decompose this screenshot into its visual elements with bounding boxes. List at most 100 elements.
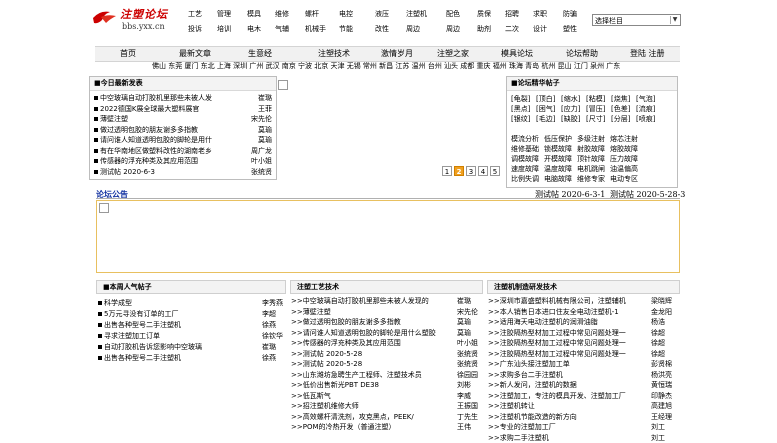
featured-tag[interactable]: [尺寸] xyxy=(586,114,605,124)
category-link[interactable]: 气辅 xyxy=(275,24,289,34)
category-link[interactable]: 周边 xyxy=(446,24,460,34)
list-item[interactable]: 5万元寻没有订单的工厂 李超 xyxy=(98,309,284,319)
post-title[interactable]: >>求购多台二手注塑机 xyxy=(488,371,563,379)
category-link[interactable]: 质保 xyxy=(477,9,491,19)
post-title[interactable]: 薄壁注塑 xyxy=(100,115,128,123)
list-item[interactable]: >>薄壁注塑 宋先伦 xyxy=(291,307,483,317)
post-title[interactable]: >>高效螺杆清洗剂，攻克黑点，PEEK/ xyxy=(291,413,414,421)
list-item[interactable]: >>新人发问，注塑机的数据 黄恒瑞 xyxy=(488,380,680,390)
post-title[interactable]: >>POM的冷热开发（普通注塑） xyxy=(291,423,396,431)
nav-item[interactable]: 最新文章 xyxy=(179,47,211,61)
list-item[interactable]: 科学成型 李秀燕 xyxy=(98,298,284,308)
post-title[interactable]: 做过透明包胶的朋友谢多多指教 xyxy=(100,126,198,134)
fault-link[interactable]: 电机跳闸 xyxy=(577,164,605,174)
post-title[interactable]: 寻求注塑加工订单 xyxy=(104,332,160,340)
list-item[interactable]: 传感器的浮充种类及其应用范围 叶小姐 xyxy=(94,156,272,166)
chevron-down-icon[interactable]: ▼ xyxy=(670,16,679,24)
nav-item[interactable]: 首页 xyxy=(120,47,136,61)
category-link[interactable]: 二次 xyxy=(505,24,519,34)
banner-ad[interactable] xyxy=(96,200,680,273)
post-title[interactable]: 5万元寻没有订单的工厂 xyxy=(104,310,178,318)
post-title[interactable]: >>请问谁人知道透明包胶的脚轮是用什么塑胶 xyxy=(291,329,436,337)
featured-tag[interactable]: [气泡] xyxy=(636,94,655,104)
category-link[interactable]: 培训 xyxy=(217,24,231,34)
post-title[interactable]: >>注胶隔热型材加工过程中常见问题处理一 xyxy=(488,329,626,337)
category-link[interactable]: 助剂 xyxy=(477,24,491,34)
nav-item[interactable]: 激情岁月 xyxy=(381,47,413,61)
list-item[interactable]: >>中空玻璃自动打胶机里那些未被人发现的 崔璐 xyxy=(291,296,483,306)
featured-tag[interactable]: [缩水] xyxy=(561,94,580,104)
post-title[interactable]: >>广东汕头接注塑加工单 xyxy=(488,360,570,368)
list-item[interactable]: >>低价出售新光PBT DE38 刘彬 xyxy=(291,380,483,390)
category-link[interactable]: 防骗 xyxy=(563,9,577,19)
nav-item[interactable]: 注塑技术 xyxy=(318,47,350,61)
category-link[interactable]: 设计 xyxy=(533,24,547,34)
featured-tag[interactable]: [分层] xyxy=(611,114,630,124)
featured-tag[interactable]: [顶白] xyxy=(536,94,555,104)
list-item[interactable]: 做过透明包胶的朋友谢多多指教 莫瑜 xyxy=(94,125,272,135)
list-item[interactable]: >>招注塑机维修大师 王振国 xyxy=(291,401,483,411)
list-item[interactable]: 出售各种型号二手注塑机 徐燕 xyxy=(98,320,284,330)
post-title[interactable]: >>低瓦斯气 xyxy=(291,392,331,400)
post-title[interactable]: >>注塑加工，专注的模具开发、注塑加工厂 xyxy=(488,392,626,400)
list-item[interactable]: >>传感器的浮充种类及其应用范围 叶小姐 xyxy=(291,338,483,348)
fault-link[interactable]: 低压保护 xyxy=(544,134,572,144)
post-title[interactable]: >>薄壁注塑 xyxy=(291,308,331,316)
category-link[interactable]: 电木 xyxy=(247,24,261,34)
featured-tag[interactable]: [应力] xyxy=(561,104,580,114)
featured-tag[interactable]: [粘模] xyxy=(586,94,605,104)
fault-link[interactable]: 压力故障 xyxy=(610,154,638,164)
fault-link[interactable]: 熔芯注射 xyxy=(610,134,638,144)
category-link[interactable]: 求职 xyxy=(533,9,547,19)
column-select[interactable]: 选择栏目 ▼ xyxy=(592,14,681,26)
featured-tag[interactable]: [毛边] xyxy=(536,114,555,124)
post-title[interactable]: >>适用海天电动注塑机的润滑油脂 xyxy=(488,318,598,326)
post-title[interactable]: 传感器的浮充种类及其应用范围 xyxy=(100,157,198,165)
featured-tag[interactable]: [银纹] xyxy=(511,114,530,124)
post-title[interactable]: 出售各种型号二手注塑机 xyxy=(104,321,181,329)
category-link[interactable]: 塑性 xyxy=(563,24,577,34)
list-item[interactable]: 寻求注塑加工订单 徐钦华 xyxy=(98,331,284,341)
list-item[interactable]: 出售各种型号二手注塑机 徐燕 xyxy=(98,353,284,363)
post-title[interactable]: >>新人发问，注塑机的数据 xyxy=(488,381,577,389)
list-item[interactable]: >>注胶隔热型材加工过程中常见问题处理一 徐超 xyxy=(488,328,680,338)
site-logo[interactable]: 注塑论坛 bbs.yxx.cn xyxy=(92,6,180,36)
post-title[interactable]: >>低价出售新光PBT DE38 xyxy=(291,381,379,389)
list-item[interactable]: 请问谁人知道透明包胶的脚轮是用什 莫瑜 xyxy=(94,135,272,145)
page-3-button[interactable]: 3 xyxy=(466,166,476,176)
post-title[interactable]: >>注塑机转让 xyxy=(488,402,535,410)
fault-link[interactable]: 维修基础 xyxy=(511,144,539,154)
page-1-button[interactable]: 1 xyxy=(442,166,452,176)
list-item[interactable]: 测试帖 2020-6-3 张统贤 xyxy=(94,167,272,177)
list-item[interactable]: 中空玻璃自动打胶机里那些未被人发 崔璐 xyxy=(94,93,272,103)
post-title[interactable]: 请问谁人知道透明包胶的脚轮是用什 xyxy=(100,136,212,144)
page-4-button[interactable]: 4 xyxy=(478,166,488,176)
list-item[interactable]: >>注塑机转让 高建旭 xyxy=(488,401,680,411)
list-item[interactable]: >>低瓦斯气 李威 xyxy=(291,391,483,401)
list-item[interactable]: >>测试帖 2020-5-28 张统贤 xyxy=(291,359,483,369)
list-item[interactable]: >>注塑机节能改造的新方向 王经理 xyxy=(488,412,680,422)
post-title[interactable]: >>测试帖 2020-5-28 xyxy=(291,360,362,368)
list-item[interactable]: >>专业的注塑加工厂 刘工 xyxy=(488,422,680,432)
page-5-button[interactable]: 5 xyxy=(490,166,500,176)
list-item[interactable]: >>注塑加工，专注的模具开发、注塑加工厂 印静杰 xyxy=(488,391,680,401)
list-item[interactable]: 薄壁注塑 宋先伦 xyxy=(94,114,272,124)
list-item[interactable]: >>深圳市嘉盛塑料机械有限公司，注塑辅机 梁晓辉 xyxy=(488,296,680,306)
list-item[interactable]: >>请问谁人知道透明包胶的脚轮是用什么塑胶 莫瑜 xyxy=(291,328,483,338)
fault-link[interactable]: 比例失调 xyxy=(511,174,539,184)
post-title[interactable]: 有在华南地区做塑料改性的湖南老乡 xyxy=(100,147,212,155)
nav-item[interactable]: 论坛帮助 xyxy=(566,47,598,61)
post-title[interactable]: 测试帖 2020-6-3 xyxy=(100,168,155,176)
featured-tag[interactable]: [困气] xyxy=(536,104,555,114)
list-item[interactable]: >>求购多台二手注塑机 杨洪亮 xyxy=(488,370,680,380)
fault-link[interactable]: 多级注射 xyxy=(577,134,605,144)
category-link[interactable]: 机械手 xyxy=(305,24,326,34)
post-title[interactable]: >>深圳市嘉盛塑料机械有限公司，注塑辅机 xyxy=(488,297,626,305)
list-item[interactable]: >>注胶隔热型材加工过程中常见问题处理一 徐超 xyxy=(488,349,680,359)
category-link[interactable]: 维修 xyxy=(275,9,289,19)
list-item[interactable]: >>POM的冷热开发（普通注塑） 王伟 xyxy=(291,422,483,432)
page-2-button[interactable]: 2 xyxy=(454,166,464,176)
fault-link[interactable]: 电脑故障 xyxy=(544,174,572,184)
post-title[interactable]: >>注胶隔热型材加工过程中常见问题处理一 xyxy=(488,350,626,358)
list-item[interactable]: >>广东汕头接注塑加工单 彭贤棉 xyxy=(488,359,680,369)
